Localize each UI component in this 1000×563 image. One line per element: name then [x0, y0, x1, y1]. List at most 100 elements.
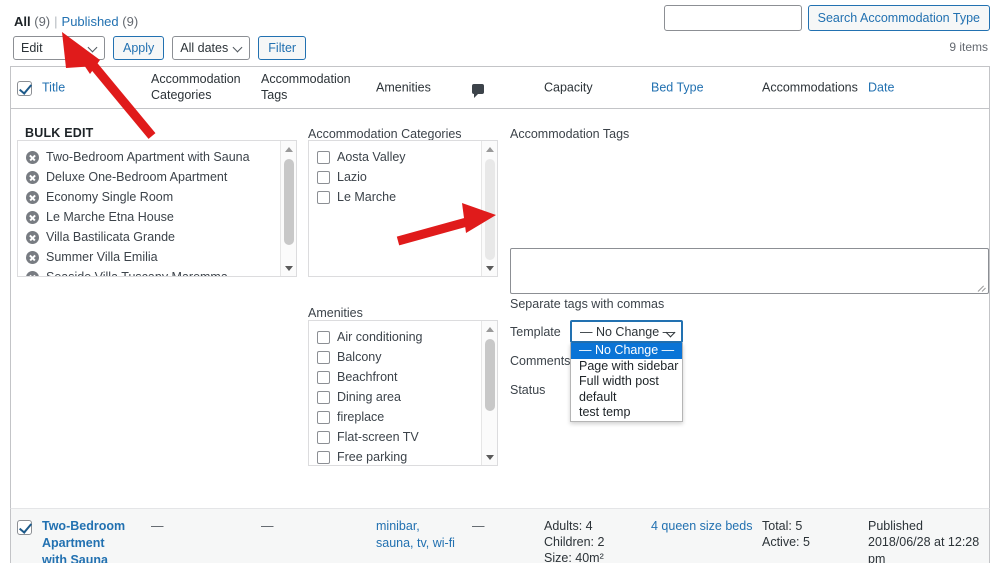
amenity-item[interactable]: Balcony: [309, 347, 481, 367]
scroll-down-arrow-icon[interactable]: [482, 449, 497, 465]
amenity-checkbox[interactable]: [317, 330, 330, 344]
accommodation-tags-label: Accommodation Tags: [510, 127, 630, 141]
selected-post-item[interactable]: Summer Villa Emilia: [18, 247, 280, 267]
amenity-item[interactable]: Beachfront: [309, 367, 481, 387]
view-link-published-label[interactable]: Published: [62, 14, 119, 29]
row-amenities[interactable]: minibar, sauna, tv, wi-fi: [376, 518, 456, 552]
amenities-scrollbar[interactable]: [481, 321, 497, 465]
remove-icon[interactable]: [26, 150, 39, 164]
template-option[interactable]: default: [571, 390, 682, 406]
amenity-checkbox[interactable]: [317, 390, 330, 404]
amenity-item[interactable]: Air conditioning: [309, 327, 481, 347]
category-item[interactable]: Le Marche: [309, 187, 481, 207]
remove-icon[interactable]: [26, 210, 39, 224]
category-checkbox[interactable]: [317, 190, 330, 204]
row-categories: —: [151, 519, 164, 533]
bulk-edit-selected-posts-list[interactable]: Two-Bedroom Apartment with Sauna Deluxe O…: [17, 140, 297, 277]
filter-button[interactable]: Filter: [258, 36, 307, 60]
selected-post-item[interactable]: Deluxe One-Bedroom Apartment: [18, 167, 280, 187]
scroll-up-arrow-icon[interactable]: [281, 141, 296, 157]
selected-post-item-label: Villa Bastilicata Grande: [46, 230, 176, 244]
template-option[interactable]: Page with sidebar: [571, 359, 682, 375]
view-link-all[interactable]: All (9): [14, 14, 50, 29]
amenities-label: Amenities: [308, 306, 363, 320]
category-checkbox[interactable]: [317, 170, 330, 184]
selected-post-item-label: Seaside Villa Tuscany Maremma: [46, 270, 228, 277]
accommodation-tags-input[interactable]: [510, 248, 989, 294]
amenity-item-label: Free parking: [337, 450, 408, 464]
chevron-down-icon: [89, 44, 97, 52]
row-comments: —: [472, 519, 485, 533]
amenity-item[interactable]: Flat-screen TV: [309, 427, 481, 447]
view-link-all-count: (9): [34, 14, 51, 29]
scroll-up-arrow-icon[interactable]: [482, 141, 497, 157]
amenity-item-label: Flat-screen TV: [337, 430, 419, 444]
scrollbar-thumb[interactable]: [284, 159, 294, 245]
template-select-value: — No Change —: [580, 324, 676, 339]
scroll-up-arrow-icon[interactable]: [482, 321, 497, 337]
remove-icon[interactable]: [26, 250, 39, 264]
remove-icon[interactable]: [26, 170, 39, 184]
selected-post-item[interactable]: Economy Single Room: [18, 187, 280, 207]
row-bed-type[interactable]: 4 queen size beds: [651, 518, 752, 535]
scroll-down-arrow-icon[interactable]: [281, 260, 296, 276]
amenity-item[interactable]: Free parking: [309, 447, 481, 465]
selected-post-item[interactable]: Villa Bastilicata Grande: [18, 227, 280, 247]
table-row: Two-Bedroom Apartment with Sauna — — min…: [10, 508, 990, 563]
date-filter-select-value: All dates: [180, 41, 229, 55]
column-header-amenities: Amenities: [376, 80, 431, 95]
search-submit-button[interactable]: Search Accommodation Type: [807, 5, 990, 31]
template-option[interactable]: Full width post: [571, 374, 682, 390]
accommodation-categories-list[interactable]: Aosta Valley Lazio Le Marche: [308, 140, 498, 277]
remove-icon[interactable]: [26, 270, 39, 276]
category-item[interactable]: Lazio: [309, 167, 481, 187]
selected-post-item[interactable]: Seaside Villa Tuscany Maremma: [18, 267, 280, 277]
categories-scrollbar[interactable]: [481, 141, 497, 276]
remove-icon[interactable]: [26, 190, 39, 204]
bulk-edit-title: BULK EDIT: [25, 126, 94, 140]
column-header-comments: [472, 82, 484, 99]
tags-helper-text: Separate tags with commas: [510, 297, 665, 311]
scroll-down-arrow-icon[interactable]: [482, 260, 497, 276]
apply-button[interactable]: Apply: [113, 36, 165, 60]
amenity-checkbox[interactable]: [317, 450, 330, 464]
items-count: 9 items: [949, 40, 988, 54]
category-item[interactable]: Aosta Valley: [309, 147, 481, 167]
bulk-action-select[interactable]: Edit: [13, 36, 105, 60]
comments-label: Comments: [510, 354, 571, 368]
amenity-checkbox[interactable]: [317, 430, 330, 444]
selected-posts-scrollbar[interactable]: [280, 141, 296, 276]
selected-post-item[interactable]: Two-Bedroom Apartment with Sauna: [18, 147, 280, 167]
wp-admin-accommodation-type-list: All (9) | Published (9) Search Accommodati…: [0, 0, 1000, 563]
row-accommodations-active: Active: 5: [762, 535, 810, 549]
amenities-list[interactable]: Air conditioning Balcony Beachfront Dining …: [308, 320, 498, 466]
category-checkbox[interactable]: [317, 150, 330, 164]
remove-icon[interactable]: [26, 230, 39, 244]
row-date: 2018/06/28 at 12:28 pm: [868, 535, 980, 563]
template-select[interactable]: — No Change —: [570, 320, 683, 343]
amenity-checkbox[interactable]: [317, 410, 330, 424]
column-header-title[interactable]: Title: [42, 79, 65, 96]
column-header-bed-type[interactable]: Bed Type: [651, 79, 704, 96]
select-all-checkbox[interactable]: [17, 81, 32, 97]
amenity-checkbox[interactable]: [317, 370, 330, 384]
column-header-date[interactable]: Date: [868, 79, 894, 96]
amenity-item[interactable]: fireplace: [309, 407, 481, 427]
comment-icon: [472, 84, 484, 98]
bulk-edit-panel: BULK EDIT Two-Bedroom Apartment with Sau…: [11, 109, 989, 512]
search-input[interactable]: [663, 5, 802, 31]
scrollbar-thumb[interactable]: [485, 159, 495, 260]
row-title[interactable]: Two-Bedroom Apartment with Sauna: [42, 518, 132, 563]
template-dropdown-options[interactable]: — No Change — Page with sidebar Full width…: [570, 343, 683, 422]
date-filter-select[interactable]: All dates: [172, 36, 251, 60]
column-header-accommodations: Accommodations: [762, 80, 858, 95]
row-select-checkbox[interactable]: [17, 520, 32, 536]
template-option[interactable]: test temp: [571, 405, 682, 421]
view-link-published[interactable]: Published (9): [62, 14, 139, 29]
scrollbar-thumb[interactable]: [485, 339, 495, 411]
amenity-item[interactable]: Dining area: [309, 387, 481, 407]
amenity-checkbox[interactable]: [317, 350, 330, 364]
template-option[interactable]: — No Change —: [571, 343, 682, 359]
selected-post-item[interactable]: Le Marche Etna House: [18, 207, 280, 227]
selected-post-item-label: Economy Single Room: [46, 190, 174, 204]
